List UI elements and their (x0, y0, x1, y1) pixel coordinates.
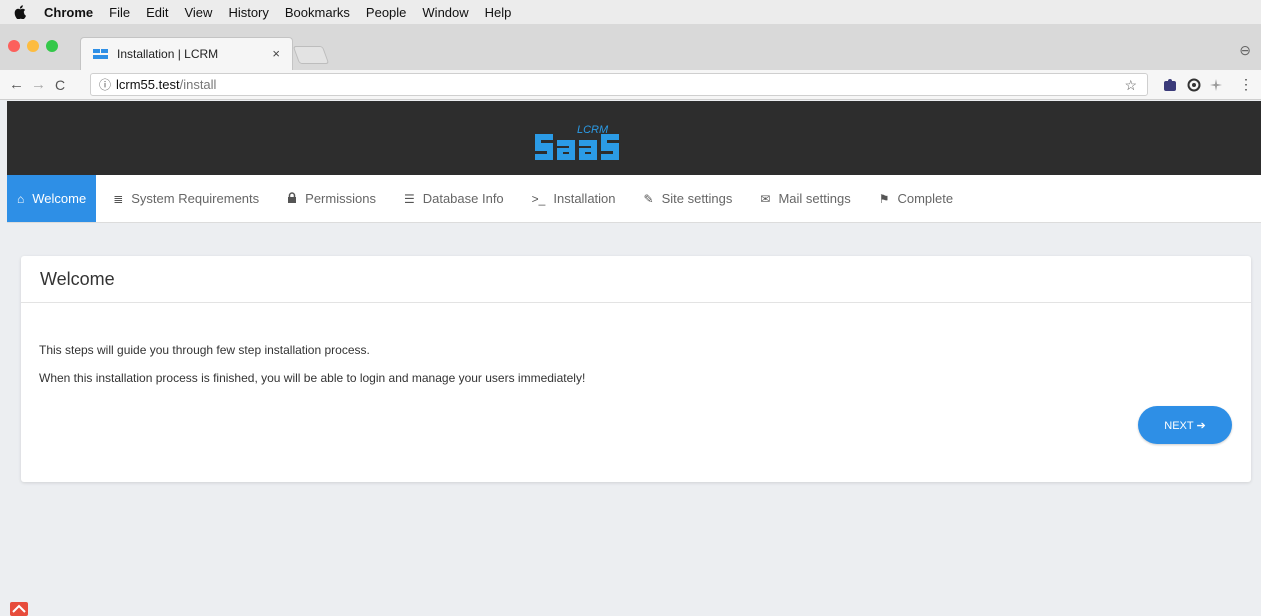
back-icon[interactable]: ← (9, 76, 24, 93)
menu-app-chrome[interactable]: Chrome (44, 5, 93, 20)
tab-close-icon[interactable]: × (272, 46, 280, 61)
nav-step-label: Permissions (305, 191, 376, 206)
menu-file[interactable]: File (109, 5, 130, 20)
terminal-icon: >_ (531, 191, 546, 206)
menu-people[interactable]: People (366, 5, 406, 20)
close-window-button[interactable] (8, 40, 20, 52)
nav-step-site-settings[interactable]: ✎ Site settings (630, 175, 747, 222)
profile-icon[interactable]: ⊖ (1239, 42, 1251, 59)
debugbar-icon[interactable] (10, 602, 28, 616)
browser-tabstrip: Installation | LCRM × ⊖ (0, 24, 1261, 70)
menu-view[interactable]: View (184, 5, 212, 20)
url-host: lcrm55.test (116, 77, 180, 92)
nav-step-label: Welcome (32, 191, 87, 206)
favicon-icon (93, 49, 108, 59)
chrome-menu-icon[interactable]: ⋮ (1239, 76, 1253, 93)
tab-title: Installation | LCRM (117, 47, 219, 61)
flag-icon: ⚑ (878, 191, 890, 206)
card-body: This steps will guide you through few st… (21, 303, 1251, 385)
browser-tab[interactable]: Installation | LCRM × (80, 37, 293, 70)
nav-step-installation[interactable]: >_ Installation (518, 175, 630, 222)
nav-step-complete[interactable]: ⚑ Complete (865, 175, 967, 222)
maximize-window-button[interactable] (46, 40, 58, 52)
wrench-icon: ✎ (643, 191, 654, 206)
minimize-window-button[interactable] (27, 40, 39, 52)
os-menubar: Chrome File Edit View History Bookmarks … (0, 0, 1261, 24)
nav-step-label: Mail settings (778, 191, 851, 206)
finish-text: When this installation process is finish… (39, 371, 586, 385)
extension-sparkle-icon[interactable] (1209, 78, 1223, 92)
menu-edit[interactable]: Edit (146, 5, 168, 20)
nav-step-welcome[interactable]: ⌂ Welcome (7, 175, 97, 222)
database-icon: ☰ (403, 191, 415, 206)
intro-text: This steps will guide you through few st… (39, 343, 370, 357)
site-header: LCRM (7, 101, 1261, 175)
new-tab-button[interactable] (292, 46, 330, 64)
card-title: Welcome (21, 256, 1251, 303)
welcome-card: Welcome This steps will guide you throug… (21, 256, 1251, 482)
installer-steps-nav: ⌂ Welcome ≣ System Requirements Permissi… (7, 175, 1261, 223)
svg-text:LCRM: LCRM (577, 124, 609, 136)
nav-step-database-info[interactable]: ☰ Database Info (390, 175, 518, 222)
nav-step-label: System Requirements (131, 191, 260, 206)
menu-help[interactable]: Help (485, 5, 512, 20)
site-info-icon[interactable]: ⓘ (99, 76, 111, 93)
nav-step-system-requirements[interactable]: ≣ System Requirements (96, 175, 273, 222)
apple-icon[interactable] (14, 5, 26, 19)
menu-bookmarks[interactable]: Bookmarks (285, 5, 350, 20)
nav-step-label: Database Info (422, 191, 504, 206)
nav-step-label: Site settings (661, 191, 733, 206)
bookmark-star-icon[interactable]: ☆ (1124, 77, 1137, 94)
extension-circle-icon[interactable] (1187, 78, 1201, 92)
menu-window[interactable]: Window (422, 5, 468, 20)
menu-history[interactable]: History (228, 5, 268, 20)
envelope-icon: ✉ (760, 191, 771, 206)
next-button[interactable]: NEXT ➔ (1138, 406, 1232, 444)
lcrm-saas-logo: LCRM (535, 124, 619, 160)
nav-step-label: Installation (553, 191, 616, 206)
lock-icon (287, 191, 297, 206)
home-icon: ⌂ (17, 191, 25, 206)
url-path: /install (179, 77, 217, 92)
nav-step-label: Complete (897, 191, 954, 206)
list-icon: ≣ (113, 191, 124, 206)
forward-icon[interactable]: → (31, 76, 46, 93)
nav-step-mail-settings[interactable]: ✉ Mail settings (746, 175, 864, 222)
window-controls (8, 40, 58, 52)
nav-step-permissions[interactable]: Permissions (273, 175, 390, 222)
address-bar[interactable]: ⓘ lcrm55.test/install ☆ (90, 73, 1148, 96)
extension-puzzle-icon[interactable] (1163, 78, 1177, 92)
browser-toolbar: ← → C ⓘ lcrm55.test/install ☆ ⋮ (0, 70, 1261, 100)
reload-icon[interactable]: C (55, 77, 65, 93)
